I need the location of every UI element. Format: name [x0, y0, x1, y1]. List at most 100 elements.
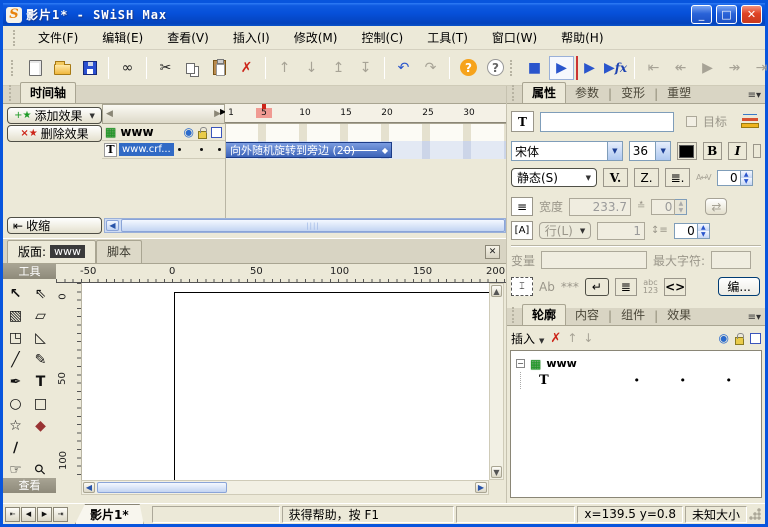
menubar-grip[interactable] — [13, 30, 18, 46]
state-dot[interactable] — [200, 148, 203, 151]
tab-reshape[interactable]: 重塑 — [658, 83, 700, 103]
find-button[interactable]: ∞ — [115, 56, 140, 80]
toolbar-grip[interactable] — [11, 60, 13, 76]
eye-icon[interactable]: ◉ — [719, 331, 729, 345]
menu-window[interactable]: 窗口(W) — [480, 26, 549, 49]
prev-frame-button[interactable]: ↞ — [668, 56, 693, 80]
panel-grip[interactable] — [512, 85, 517, 101]
paste-button[interactable] — [207, 56, 232, 80]
scroll-up-icon[interactable]: ▲ — [491, 285, 502, 297]
frame-ruler[interactable]: 1 5 10 15 20 25 30 — [225, 104, 506, 124]
tab-content[interactable]: 内容 — [566, 305, 608, 325]
first-frame-button[interactable]: ⇤ — [641, 56, 666, 80]
text-mode-select[interactable]: 静态(S) — [511, 168, 597, 187]
lock-icon[interactable] — [735, 337, 744, 345]
chevron-down-icon[interactable]: ▼ — [655, 142, 670, 160]
object-column-scroller[interactable]: ◀ ▶ — [102, 104, 225, 124]
panel-grip[interactable] — [512, 307, 517, 323]
delete-effect-button[interactable]: ×★ 删除效果 — [7, 125, 102, 142]
collapse-button[interactable]: ⇤ 收缩 — [7, 217, 102, 234]
outline-square-icon[interactable] — [211, 127, 222, 138]
state-dot[interactable] — [218, 148, 221, 151]
perspective-tool[interactable]: ◺ — [28, 327, 53, 349]
tab-parameters[interactable]: 参数 — [566, 83, 608, 103]
direction-button[interactable]: Z. — [634, 168, 659, 187]
star-tool[interactable]: ☆ — [3, 415, 28, 437]
movie-tab[interactable]: 影片1* — [75, 504, 144, 524]
stop-button[interactable]: ■ — [522, 56, 547, 80]
cut-button[interactable]: ✂ — [153, 56, 178, 80]
delete-button[interactable]: ✗ — [234, 56, 259, 80]
raise-button[interactable]: ↑ — [272, 56, 297, 80]
play-timeline-button[interactable]: ▶ — [576, 56, 601, 80]
pen-tool[interactable]: ✒ — [3, 371, 28, 393]
knife-tool[interactable]: ∕ — [3, 437, 28, 459]
italic-button[interactable]: I — [728, 142, 747, 160]
spinner-arrows-icon[interactable]: ▲▼ — [741, 170, 753, 186]
tab-properties[interactable]: 属性 — [522, 82, 566, 103]
ellipse-tool[interactable]: ○ — [3, 393, 28, 415]
stage-canvas[interactable] — [81, 283, 489, 480]
add-effect-button[interactable]: +★ 添加效果 — [7, 107, 102, 124]
tab-layout[interactable]: 版面: www — [7, 240, 96, 263]
line-tool[interactable]: ╱ — [3, 349, 28, 371]
tab-outline[interactable]: 轮廓 — [522, 304, 566, 325]
panel-close-button[interactable]: ✕ — [485, 245, 500, 259]
effect-bar[interactable]: 向外随机旋转到旁边 (20) ◆ — [225, 142, 392, 158]
lower-button[interactable]: ↓ — [299, 56, 324, 80]
menu-view[interactable]: 查看(V) — [155, 26, 221, 49]
text-tool[interactable]: T — [28, 371, 53, 393]
scroll-left-icon[interactable]: ◀ — [106, 109, 113, 119]
scene-frames[interactable] — [225, 124, 506, 141]
target-checkbox[interactable] — [686, 116, 697, 127]
tree-row-scene[interactable]: − ▦ www — [516, 355, 756, 372]
timeline-scene-row[interactable]: ▦ www ◉ — [102, 124, 225, 141]
context-help-button[interactable]: ? — [483, 56, 508, 80]
delete-object-button[interactable]: ✗ — [550, 331, 561, 346]
canvas-vscrollbar[interactable]: ▲ ▼ — [489, 283, 504, 480]
select-tool[interactable]: ↖ — [3, 283, 28, 305]
next-frame-button[interactable]: ↠ — [722, 56, 747, 80]
prev-scene-button[interactable]: ◀ — [21, 507, 36, 522]
wrap-lines-button[interactable]: ≣ — [615, 278, 637, 296]
move-up-button[interactable]: ↑ — [567, 331, 577, 345]
step-frame-button[interactable]: ▶ — [695, 56, 720, 80]
redo-button[interactable]: ↷ — [418, 56, 443, 80]
panel-menu-icon[interactable]: ≡▾ — [748, 312, 761, 323]
tab-timeline[interactable]: 时间轴 — [20, 82, 76, 103]
panel-menu-icon[interactable]: ≡▾ — [748, 90, 761, 101]
timeline-object-row[interactable]: T www.crf... — [102, 141, 225, 159]
scale-tool[interactable]: ◳ — [3, 327, 28, 349]
help-button[interactable]: ? — [456, 56, 481, 80]
library-icon[interactable] — [741, 123, 759, 128]
html-button[interactable]: <> — [664, 278, 686, 296]
canvas-hscrollbar[interactable]: ◀ ▶ — [81, 480, 489, 495]
scene-name-chip[interactable]: www — [50, 245, 85, 258]
autoshape-tool[interactable]: ◆ — [28, 415, 53, 437]
wrap-width-button[interactable]: ≡ — [511, 197, 533, 216]
kerning-spinner[interactable]: 0 ▲▼ — [717, 170, 753, 186]
menu-insert[interactable]: 插入(I) — [221, 26, 282, 49]
multiline-button[interactable]: ↵ — [585, 278, 609, 296]
resize-grip[interactable] — [749, 508, 761, 520]
last-frame-button[interactable]: ⇥ — [749, 56, 768, 80]
eye-icon[interactable]: ◉ — [184, 125, 194, 139]
play-effect-button[interactable]: ▶fx — [603, 56, 628, 80]
tab-effects[interactable]: 效果 — [658, 305, 700, 325]
move-down-button[interactable]: ↓ — [583, 331, 593, 345]
vertical-text-button[interactable]: V. — [603, 168, 628, 187]
state-dot[interactable] — [178, 148, 181, 151]
timeline-hscrollbar[interactable]: ◀ |||| — [104, 218, 506, 233]
scrollbar-thumb[interactable] — [97, 482, 227, 493]
menu-modify[interactable]: 修改(M) — [282, 26, 350, 49]
scroll-down-icon[interactable]: ▼ — [491, 466, 502, 478]
timeline-grip[interactable] — [9, 85, 14, 101]
new-document-button[interactable] — [23, 56, 48, 80]
first-scene-button[interactable]: ⇤ — [5, 507, 20, 522]
tab-script[interactable]: 脚本 — [96, 240, 142, 263]
font-size-select[interactable]: 36 ▼ — [629, 141, 671, 161]
bold-button[interactable]: B — [703, 142, 722, 160]
outline-square-icon[interactable] — [750, 333, 761, 344]
align-button[interactable]: ≣. — [665, 168, 690, 187]
leading-spinner[interactable]: 0 ▲▼ — [674, 223, 710, 239]
